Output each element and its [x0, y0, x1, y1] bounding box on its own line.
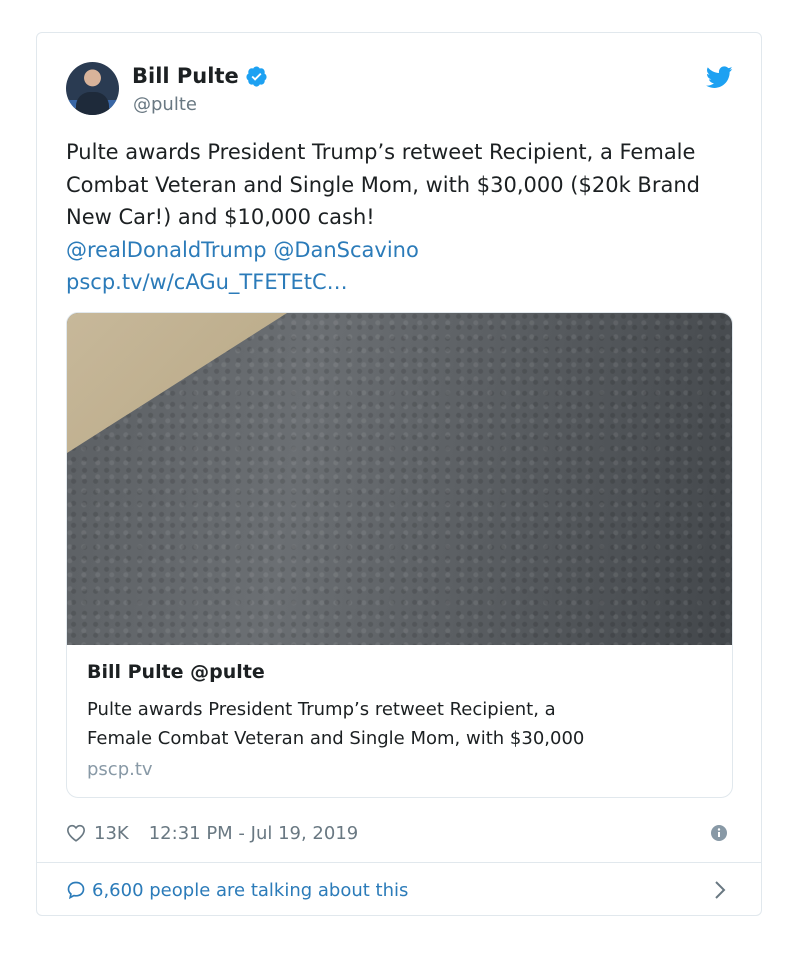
author-display-name[interactable]: Bill Pulte	[132, 64, 239, 88]
tweet-timestamp[interactable]: 12:31 PM - Jul 19, 2019	[149, 823, 359, 844]
link-card[interactable]: Bill Pulte @pulte Pulte awards President…	[66, 312, 733, 798]
divider	[37, 862, 761, 863]
verified-badge-icon	[246, 65, 267, 87]
chevron-right-icon[interactable]	[713, 880, 727, 900]
card-description: Pulte awards President Trump’s retweet R…	[87, 695, 712, 753]
card-title: Bill Pulte @pulte	[87, 661, 265, 683]
card-description-line: Female Combat Veteran and Single Mom, wi…	[87, 728, 585, 749]
heart-icon[interactable]	[66, 824, 86, 842]
avatar-figure	[76, 92, 109, 115]
card-body: Bill Pulte @pulte Pulte awards President…	[87, 661, 712, 780]
tweet-embed: Bill Pulte @pulte Pulte awards President…	[36, 32, 762, 916]
card-image-sand	[67, 313, 287, 453]
tweet-body-text: Pulte awards President Trump’s retweet R…	[66, 140, 700, 229]
tweet-text: Pulte awards President Trump’s retweet R…	[66, 136, 736, 299]
info-icon[interactable]	[711, 825, 727, 841]
card-domain: pscp.tv	[87, 759, 153, 780]
twitter-bird-icon[interactable]	[706, 66, 733, 89]
mention-link[interactable]: @realDonaldTrump	[66, 238, 267, 262]
tweet-url-link[interactable]: pscp.tv/w/cAGu_TFETEtC…	[66, 266, 736, 299]
card-image[interactable]	[67, 313, 732, 645]
tweet-header: Bill Pulte @pulte	[66, 62, 733, 122]
tweet-meta: 13K 12:31 PM - Jul 19, 2019	[66, 818, 733, 848]
avatar[interactable]	[66, 62, 119, 115]
speech-bubble-icon	[67, 881, 85, 900]
mention-link[interactable]: @DanScavino	[273, 238, 419, 262]
name-row: Bill Pulte	[132, 64, 268, 88]
like-count[interactable]: 13K	[94, 823, 129, 844]
card-description-line: Pulte awards President Trump’s retweet R…	[87, 699, 556, 720]
author-handle[interactable]: @pulte	[133, 94, 197, 115]
talking-count-link[interactable]: 6,600 people are talking about this	[92, 880, 408, 901]
conversation-footer[interactable]: 6,600 people are talking about this	[66, 875, 733, 905]
